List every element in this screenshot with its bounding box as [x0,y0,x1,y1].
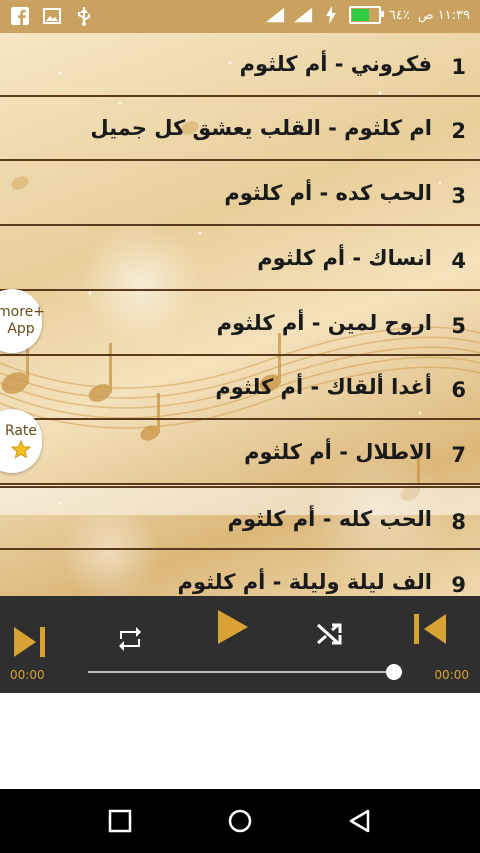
shuffle-icon[interactable] [316,621,344,647]
clock: ١١:٣٩ ص [417,7,470,23]
song-title: اروح لمين - أم كلثوم [216,311,432,335]
song-number: 6 [451,378,466,402]
more-apps-label-line1: more+ [0,304,45,320]
song-title: الحب كله - أم كلثوم [227,507,432,531]
song-title: انساك - أم كلثوم [257,246,432,270]
skip-next-icon[interactable] [14,627,46,657]
signal-icon [265,5,285,25]
song-title: أغدا ألقاك - أم كلثوم [215,375,432,399]
navigation-bar [0,789,480,853]
song-number: 1 [451,55,466,79]
song-title: الحب كده - أم كلثوم [224,181,432,205]
battery-icon [348,6,384,24]
square-recents-icon[interactable] [108,809,132,833]
elapsed-time: 00:00 [10,668,45,682]
list-item[interactable]: اروح لمين - أم كلثوم 5 [0,292,480,356]
song-number: 3 [451,184,466,208]
song-number: 7 [451,443,466,467]
play-icon[interactable] [218,610,248,644]
battery-percent: ٦٤٪ [388,7,410,23]
status-bar: ٦٤٪ ١١:٣٩ ص [0,0,480,33]
charging-icon [321,5,341,25]
list-item[interactable]: الاطلال - أم كلثوم 7 [0,421,480,485]
song-title: ام كلثوم - القلب يعشق كل جميل [90,116,432,140]
list-item[interactable]: الحب كده - أم كلثوم 3 [0,162,480,226]
triangle-back-icon[interactable] [348,809,372,833]
list-item[interactable]: فكروني - أم كلثوم 1 [0,33,480,97]
list-item[interactable]: ام كلثوم - القلب يعشق كل جميل 2 [0,97,480,161]
list-item[interactable]: أغدا ألقاك - أم كلثوم 6 [0,356,480,420]
seek-thumb[interactable] [386,664,402,680]
star-icon [11,439,31,459]
usb-icon [74,6,94,26]
list-item[interactable]: الحب كله - أم كلثوم 8 [0,486,480,550]
skip-previous-icon[interactable] [414,614,446,644]
song-title: الاطلال - أم كلثوم [244,440,432,464]
song-number: 9 [451,573,466,596]
repeat-icon[interactable] [117,626,143,652]
list-item[interactable]: الف ليلة وليلة - أم كلثوم 9 [0,551,480,596]
facebook-icon [10,6,30,26]
song-number: 4 [451,249,466,273]
list-item[interactable]: انساك - أم كلثوم 4 [0,227,480,291]
song-title: الف ليلة وليلة - أم كلثوم [177,570,432,594]
song-title: فكروني - أم كلثوم [239,52,432,76]
music-player: 00:00 00:00 [0,596,480,693]
rate-label: Rate [4,422,38,439]
image-icon [42,6,62,26]
signal-icon [293,5,313,25]
blank-area [0,693,480,789]
song-number: 5 [451,314,466,338]
song-number: 8 [451,510,466,534]
song-list: فكروني - أم كلثوم 1 ام كلثوم - القلب يعش… [0,33,480,596]
duration-time: 00:00 [434,668,469,682]
seek-bar[interactable] [88,671,393,673]
circle-home-icon[interactable] [228,809,252,833]
song-number: 2 [451,119,466,143]
more-apps-label-line2: App [7,321,35,337]
